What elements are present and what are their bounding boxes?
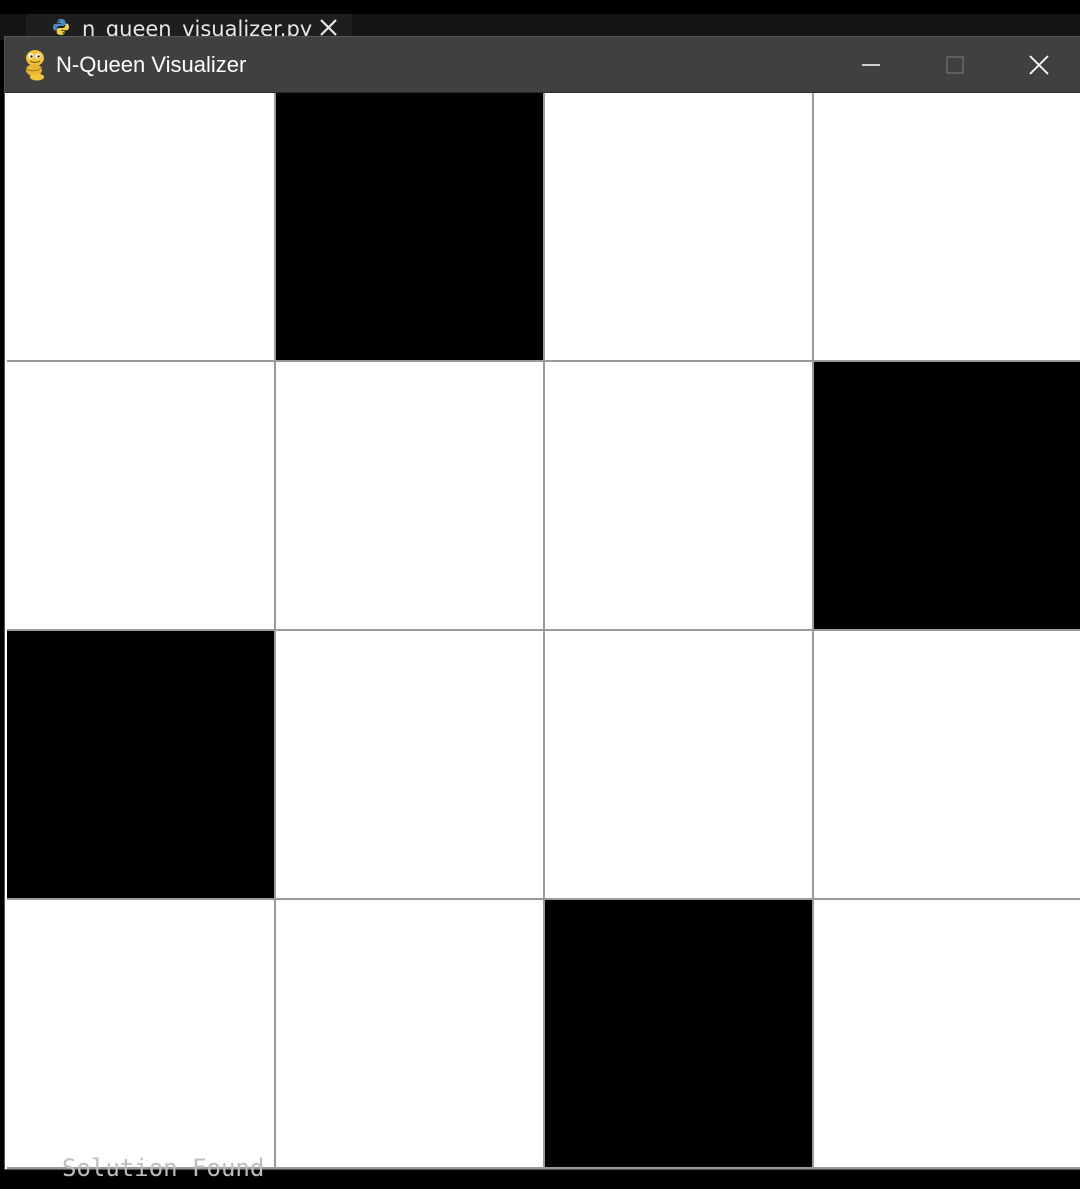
board-cell	[545, 93, 812, 360]
board-cell-queen	[545, 900, 812, 1167]
editor-tab-bar: n_queen_visualizer.py	[0, 0, 1080, 40]
pygame-snake-icon	[25, 50, 44, 81]
window-titlebar[interactable]: N-Queen Visualizer	[5, 37, 1080, 93]
window-title: N-Queen Visualizer	[56, 52, 247, 77]
close-icon	[1029, 55, 1049, 75]
board-cell	[276, 631, 543, 898]
board-cell	[814, 900, 1080, 1167]
board-cell	[7, 900, 274, 1167]
python-file-icon	[53, 19, 69, 35]
board-cell	[276, 362, 543, 629]
board-cell	[7, 93, 274, 360]
chess-board	[7, 93, 1080, 1169]
minimize-button[interactable]	[829, 37, 913, 93]
board-cell-queen	[276, 93, 543, 360]
maximize-icon	[946, 56, 964, 74]
maximize-button	[913, 37, 997, 93]
board-cell	[814, 631, 1080, 898]
board-cell	[814, 93, 1080, 360]
board-cell-queen	[7, 631, 274, 898]
board-cell	[545, 631, 812, 898]
terminal-status-text: Solution Found	[62, 1154, 265, 1182]
board-cell	[276, 900, 543, 1167]
board-cell	[545, 362, 812, 629]
screen: n_queen_visualizer.py N-Queen Visualizer	[0, 0, 1080, 1189]
board-cell	[7, 362, 274, 629]
n-queen-visualizer-window: N-Queen Visualizer	[5, 37, 1080, 1169]
minimize-icon	[862, 64, 880, 66]
close-button[interactable]	[997, 37, 1080, 93]
board-cell-queen	[814, 362, 1080, 629]
